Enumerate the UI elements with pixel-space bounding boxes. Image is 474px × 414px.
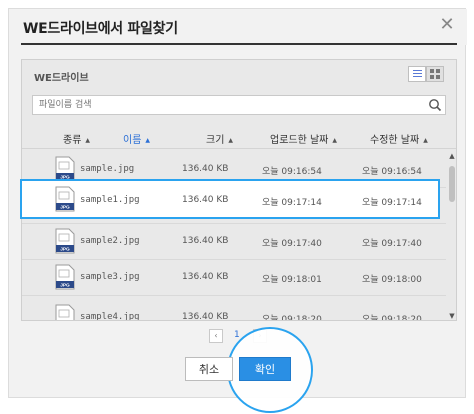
- column-header-type[interactable]: 종류 ▲: [63, 131, 90, 146]
- vertical-scrollbar[interactable]: ▲ ▼: [448, 152, 456, 320]
- dialog-title: WE드라이브에서 파일찾기: [23, 21, 178, 37]
- jpg-file-icon: JPG: [55, 186, 75, 212]
- jpg-file-icon: JPG: [55, 264, 75, 290]
- jpg-file-icon: JPG: [55, 304, 75, 320]
- selected-table-row[interactable]: JPG sample1.jpg 136.40 KB 오늘 09:17:14 오늘…: [20, 179, 440, 219]
- svg-text:JPG: JPG: [60, 283, 70, 289]
- file-size: 136.40 KB: [182, 272, 229, 282]
- scroll-down-icon[interactable]: ▼: [448, 312, 456, 320]
- sort-asc-icon: ▲: [145, 137, 151, 144]
- pager-prev-button[interactable]: ‹: [209, 329, 223, 343]
- file-size: 136.40 KB: [182, 236, 229, 246]
- file-size: 136.40 KB: [182, 195, 229, 205]
- column-header-uploaded[interactable]: 업로드한 날짜 ▲: [270, 131, 337, 146]
- file-name: sample.jpg: [80, 164, 135, 174]
- upload-date: 오늘 09:18:01: [262, 275, 322, 285]
- header-divider: [21, 43, 457, 45]
- confirm-button[interactable]: 확인: [239, 357, 291, 381]
- file-name: sample4.jpg: [80, 312, 140, 320]
- table-row[interactable]: JPG sample2.jpg 136.40 KB 오늘 09:17:40 오늘…: [22, 224, 446, 260]
- list-view-icon[interactable]: [408, 66, 426, 82]
- file-name: sample1.jpg: [80, 195, 140, 205]
- modified-date: 오늘 09:16:54: [362, 167, 422, 177]
- table-row[interactable]: JPG sample3.jpg 136.40 KB 오늘 09:18:01 오늘…: [22, 260, 446, 296]
- file-size: 136.40 KB: [182, 312, 229, 320]
- search-input[interactable]: [39, 97, 419, 113]
- upload-date: 오늘 09:18:20: [262, 315, 322, 320]
- modified-date: 오늘 09:18:20: [362, 315, 422, 320]
- file-size: 136.40 KB: [182, 164, 229, 174]
- modified-date: 오늘 09:18:00: [362, 275, 422, 285]
- file-list: JPG sample.jpg 136.40 KB 오늘 09:16:54 오늘 …: [22, 152, 446, 320]
- file-name: sample2.jpg: [80, 236, 140, 246]
- scroll-up-icon[interactable]: ▲: [448, 152, 456, 160]
- header-divider: [22, 148, 456, 149]
- sort-asc-icon: ▲: [85, 137, 91, 144]
- grid-view-icon[interactable]: [426, 66, 444, 82]
- column-header-name[interactable]: 이름 ▲: [123, 131, 150, 146]
- column-header-modified[interactable]: 수정한 날짜 ▲: [370, 131, 428, 146]
- sort-asc-icon: ▲: [423, 137, 428, 144]
- upload-date: 오늘 09:16:54: [262, 167, 322, 177]
- search-icon[interactable]: [428, 98, 442, 112]
- upload-date: 오늘 09:17:40: [262, 239, 322, 249]
- search-box: [32, 95, 446, 115]
- svg-text:JPG: JPG: [60, 205, 70, 211]
- panel-title: WE드라이브: [34, 73, 89, 84]
- scroll-thumb[interactable]: [449, 166, 455, 202]
- file-name: sample3.jpg: [80, 272, 140, 282]
- sort-asc-icon: ▲: [228, 137, 234, 144]
- table-row[interactable]: JPG sample4.jpg 136.40 KB 오늘 09:18:20 오늘…: [22, 300, 446, 320]
- column-header-size[interactable]: 크기 ▲: [206, 131, 233, 146]
- cancel-button[interactable]: 취소: [185, 357, 233, 381]
- modified-date: 오늘 09:17:14: [362, 198, 422, 208]
- jpg-file-icon: JPG: [55, 228, 75, 254]
- close-icon[interactable]: ✕: [439, 16, 455, 34]
- row-divider: [22, 295, 446, 296]
- sort-asc-icon: ▲: [332, 137, 338, 144]
- svg-text:JPG: JPG: [60, 247, 70, 253]
- upload-date: 오늘 09:17:14: [262, 198, 322, 208]
- modified-date: 오늘 09:17:40: [362, 239, 422, 249]
- dialog-header: WE드라이브에서 파일찾기 ✕: [9, 9, 467, 45]
